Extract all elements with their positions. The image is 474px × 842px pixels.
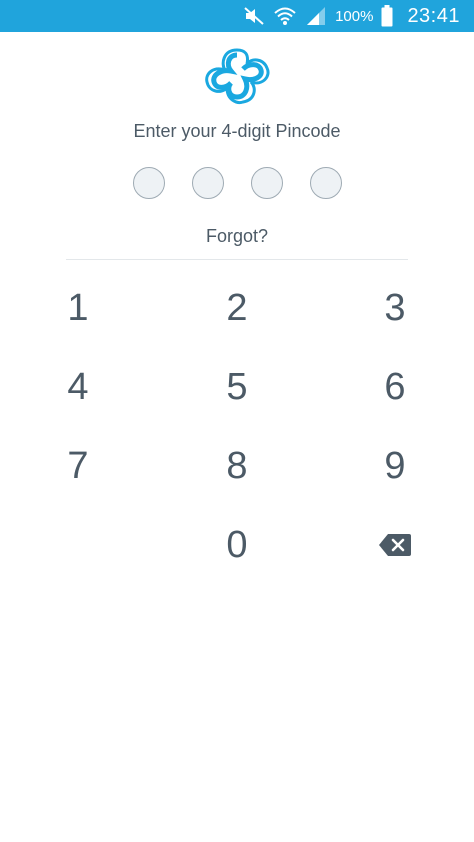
key-5[interactable]: 5 — [182, 349, 292, 425]
key-0[interactable]: 0 — [182, 507, 292, 583]
key-9[interactable]: 9 — [340, 428, 450, 504]
key-3[interactable]: 3 — [340, 270, 450, 346]
signal-icon — [305, 6, 327, 26]
backspace-icon — [378, 533, 412, 557]
sync-cloud-logo — [201, 44, 273, 108]
pin-dot — [191, 167, 224, 199]
key-1[interactable]: 1 — [23, 270, 133, 346]
pin-dot — [132, 167, 165, 199]
mute-icon — [243, 6, 265, 26]
forgot-link[interactable]: Forgot? — [0, 226, 474, 247]
pin-dot — [250, 167, 283, 199]
pin-dot — [309, 167, 342, 199]
key-2[interactable]: 2 — [182, 270, 292, 346]
key-8[interactable]: 8 — [182, 428, 292, 504]
key-7[interactable]: 7 — [23, 428, 133, 504]
battery-percent: 100% — [335, 7, 374, 25]
battery-icon — [381, 5, 393, 27]
key-4[interactable]: 4 — [23, 349, 133, 425]
pin-indicator — [0, 167, 474, 199]
key-6[interactable]: 6 — [340, 349, 450, 425]
status-time: 23:41 — [407, 4, 460, 27]
backspace-button[interactable] — [340, 507, 450, 583]
status-bar: 100% 23:41 — [0, 0, 474, 32]
pincode-prompt: Enter your 4-digit Pincode — [133, 121, 341, 141]
wifi-icon — [273, 5, 297, 27]
divider — [66, 259, 408, 260]
